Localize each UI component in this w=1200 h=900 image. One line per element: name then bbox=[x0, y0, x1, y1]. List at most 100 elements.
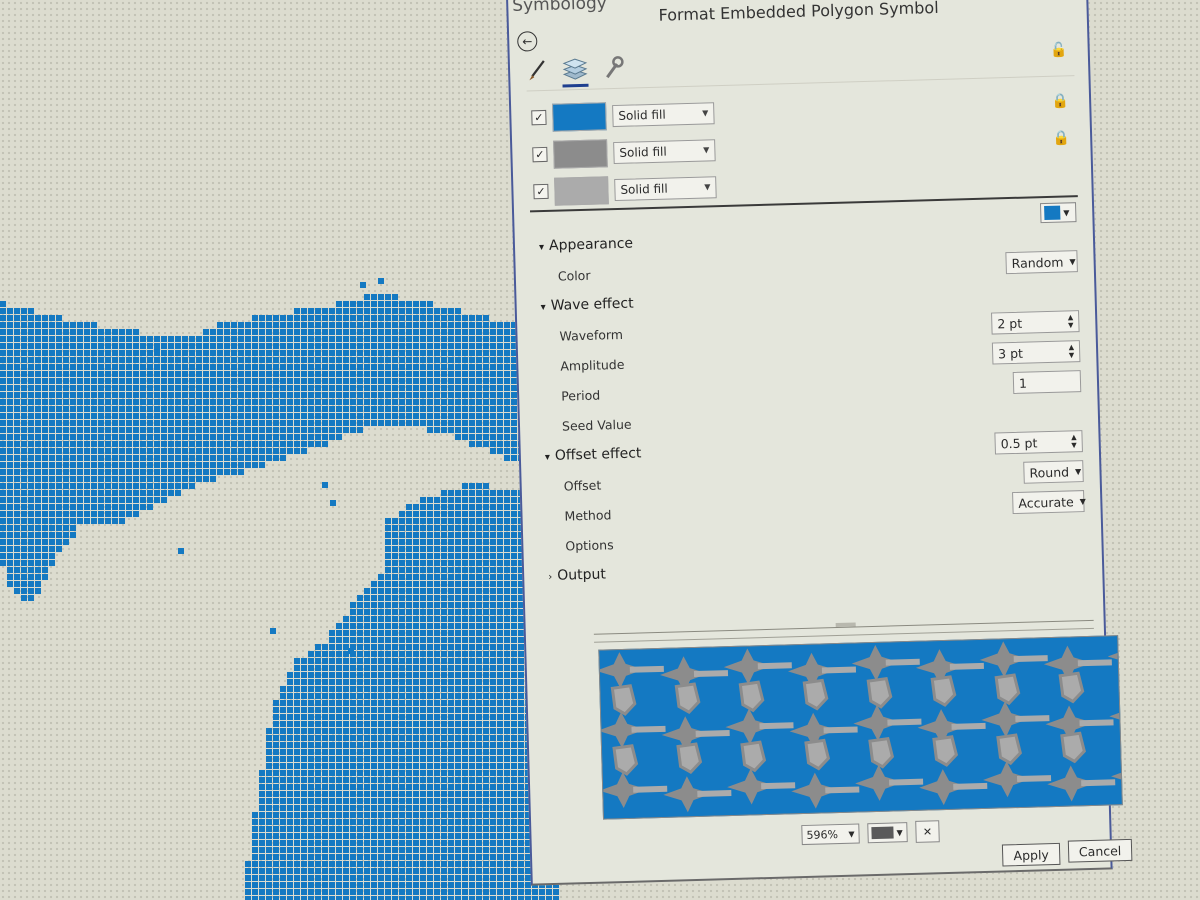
method-dropdown[interactable]: Accurate ▼ bbox=[1012, 490, 1086, 515]
amplitude-spinner[interactable]: 3 pt ▲ ▼ bbox=[991, 340, 1081, 365]
water-cell bbox=[518, 735, 524, 741]
water-cell bbox=[287, 798, 293, 804]
water-cell bbox=[315, 840, 321, 846]
wave-effect-label: Wave effect bbox=[550, 295, 634, 314]
water-cell bbox=[126, 462, 132, 468]
cancel-button[interactable]: Cancel bbox=[1067, 838, 1133, 863]
layer-visibility-checkbox[interactable]: ✓ bbox=[533, 183, 549, 200]
water-cell bbox=[238, 329, 244, 335]
preview-background-dropdown[interactable]: ▼ bbox=[867, 822, 908, 844]
water-cell bbox=[427, 308, 433, 314]
tab-structure[interactable] bbox=[600, 53, 627, 84]
color-lock-icon[interactable]: 🔒 bbox=[1053, 130, 1071, 146]
water-cell bbox=[196, 441, 202, 447]
water-cell bbox=[273, 749, 279, 755]
tab-layers[interactable] bbox=[561, 53, 589, 88]
water-cell bbox=[392, 525, 398, 531]
water-cell bbox=[343, 392, 349, 398]
water-cell bbox=[252, 329, 258, 335]
layer-visibility-checkbox[interactable]: ✓ bbox=[531, 109, 547, 126]
water-cell bbox=[490, 679, 496, 685]
spin-down-icon[interactable]: ▼ bbox=[1069, 351, 1075, 359]
water-cell bbox=[455, 350, 461, 356]
water-cell bbox=[469, 322, 475, 328]
tab-properties[interactable] bbox=[524, 55, 551, 86]
spin-up-icon[interactable]: ▲ bbox=[1071, 433, 1077, 441]
fill-type-dropdown[interactable]: Solid fill ▼ bbox=[614, 175, 717, 201]
water-cell bbox=[497, 490, 503, 496]
waveform-spinner[interactable]: 2 pt ▲ ▼ bbox=[991, 310, 1080, 335]
water-cell bbox=[343, 798, 349, 804]
water-cell bbox=[203, 434, 209, 440]
water-cell bbox=[105, 483, 111, 489]
water-cell bbox=[98, 497, 104, 503]
water-cell bbox=[406, 882, 412, 888]
offset-type-dropdown[interactable]: Round ▼ bbox=[1023, 460, 1084, 484]
layer-color-swatch[interactable] bbox=[553, 138, 608, 169]
water-cell bbox=[42, 378, 48, 384]
water-cell bbox=[413, 665, 419, 671]
water-cell bbox=[14, 364, 20, 370]
water-cell bbox=[399, 854, 405, 860]
splitter-grip-handle[interactable] bbox=[835, 622, 856, 628]
fill-type-dropdown[interactable]: Solid fill ▼ bbox=[613, 138, 716, 164]
water-cell bbox=[518, 875, 524, 881]
water-cell bbox=[350, 322, 356, 328]
water-cell bbox=[336, 812, 342, 818]
preview-zoom-dropdown[interactable]: 596% ▼ bbox=[801, 823, 860, 846]
layer-color-swatch[interactable] bbox=[554, 175, 609, 206]
back-button[interactable]: ← bbox=[517, 31, 538, 52]
water-cell bbox=[308, 679, 314, 685]
water-cell bbox=[364, 777, 370, 783]
water-cell bbox=[294, 336, 300, 342]
water-cell bbox=[476, 749, 482, 755]
water-cell bbox=[483, 357, 489, 363]
water-cell bbox=[518, 665, 524, 671]
color-lock-icon[interactable]: 🔒 bbox=[1052, 93, 1070, 109]
water-cell bbox=[413, 763, 419, 769]
spin-up-icon[interactable]: ▲ bbox=[1069, 343, 1075, 351]
water-cell bbox=[266, 427, 272, 433]
color-lock-icon[interactable]: 🔓 bbox=[1050, 42, 1068, 58]
fill-type-dropdown[interactable]: Solid fill ▼ bbox=[612, 101, 715, 127]
water-cell bbox=[462, 399, 468, 405]
water-cell bbox=[455, 553, 461, 559]
water-cell bbox=[308, 777, 314, 783]
water-cell bbox=[21, 413, 27, 419]
layer-visibility-checkbox[interactable]: ✓ bbox=[532, 146, 548, 163]
wave-band-mark bbox=[1016, 775, 1052, 783]
water-cell bbox=[364, 882, 370, 888]
layer-color-swatch[interactable] bbox=[552, 101, 607, 132]
water-cell bbox=[490, 805, 496, 811]
water-cell bbox=[252, 357, 258, 363]
wave-band-mark bbox=[757, 662, 792, 670]
water-cell bbox=[35, 413, 41, 419]
water-cell bbox=[420, 315, 426, 321]
preview-grid-toggle-button[interactable]: ✕ bbox=[915, 820, 940, 843]
map-canvas[interactable] bbox=[0, 0, 560, 900]
apply-button[interactable]: Apply bbox=[1001, 842, 1061, 867]
water-cell bbox=[210, 329, 216, 335]
water-cell bbox=[56, 455, 62, 461]
water-cell bbox=[189, 441, 195, 447]
water-cell bbox=[63, 385, 69, 391]
wave-band-mark bbox=[633, 785, 668, 793]
spin-down-icon[interactable]: ▼ bbox=[1071, 441, 1077, 449]
water-cell bbox=[483, 721, 489, 727]
spin-up-icon[interactable]: ▲ bbox=[1068, 313, 1074, 321]
spin-down-icon[interactable]: ▼ bbox=[1068, 321, 1074, 329]
color-mode-dropdown[interactable]: Random ▼ bbox=[1005, 250, 1078, 275]
water-cell bbox=[266, 364, 272, 370]
offset-distance-spinner[interactable]: 0.5 pt ▲ ▼ bbox=[994, 430, 1083, 455]
period-input[interactable]: 1 bbox=[1012, 370, 1082, 394]
water-cell bbox=[0, 455, 6, 461]
water-cell bbox=[154, 364, 160, 370]
water-cell bbox=[427, 875, 433, 881]
water-cell bbox=[364, 840, 370, 846]
water-cell bbox=[406, 861, 412, 867]
water-cell bbox=[392, 798, 398, 804]
water-cell bbox=[322, 770, 328, 776]
water-cell bbox=[385, 406, 391, 412]
mouse-cursor-icon: ↖ bbox=[932, 0, 948, 3]
water-cell bbox=[483, 329, 489, 335]
